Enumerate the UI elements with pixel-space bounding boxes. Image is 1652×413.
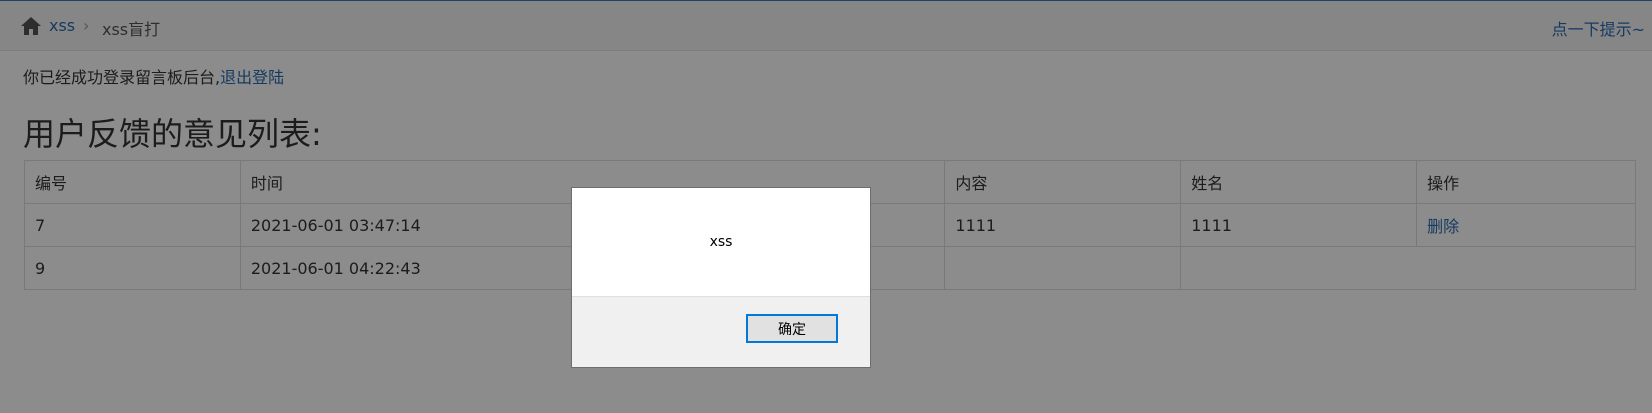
alert-message: xss: [709, 234, 733, 250]
alert-footer: 确定: [572, 296, 870, 367]
alert-dialog: xss 确定: [571, 187, 871, 368]
ok-button[interactable]: 确定: [746, 314, 838, 343]
page: xss › xss盲打 点一下提示~ 你已经成功登录留言板后台,退出登陆 用户反…: [0, 0, 1652, 413]
